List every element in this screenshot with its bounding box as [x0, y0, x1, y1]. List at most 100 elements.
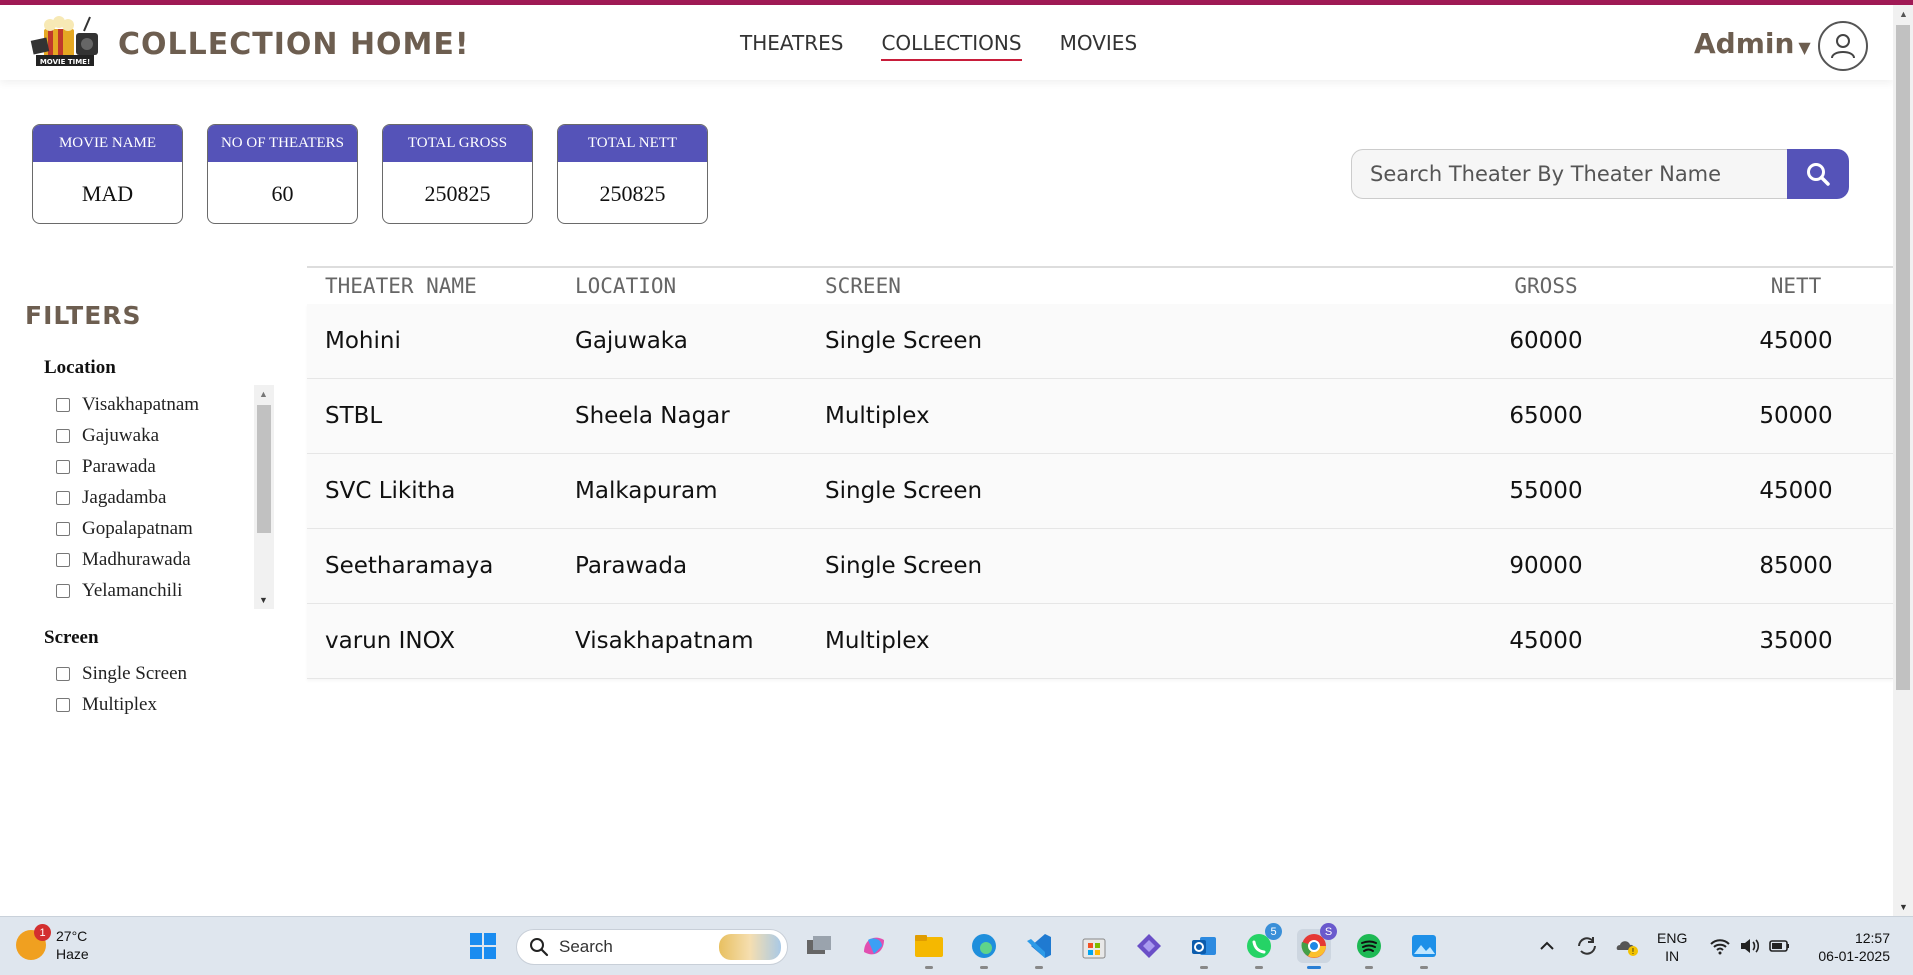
nav-theatres[interactable]: THEATRES	[740, 31, 843, 61]
clock-time: 12:57	[1854, 930, 1890, 946]
taskbar-search-label: Search	[559, 937, 613, 956]
location-option[interactable]: Parawada	[56, 456, 156, 478]
movie-time-logo[interactable]: MOVIE TIME!	[30, 13, 102, 69]
volume-icon[interactable]	[1733, 929, 1767, 963]
chrome-icon[interactable]: S	[1297, 923, 1337, 969]
clock-date: 06-01-2025	[1818, 948, 1890, 964]
table-row[interactable]: STBL Sheela Nagar Multiplex 65000 50000	[307, 379, 1893, 454]
language-indicator[interactable]: ENG IN	[1657, 929, 1687, 965]
photos-icon[interactable]	[1407, 929, 1441, 969]
cell-gross: 55000	[1509, 478, 1583, 504]
cell-nett: 85000	[1759, 553, 1833, 579]
theater-search-input[interactable]	[1351, 149, 1791, 199]
vscode-icon[interactable]	[1022, 929, 1056, 969]
cell-nett: 50000	[1759, 403, 1833, 429]
weather-temp: 27°C	[56, 928, 88, 944]
location-option[interactable]: Gajuwaka	[56, 425, 159, 447]
weather-widget[interactable]: 1 27°C Haze	[16, 924, 89, 963]
location-filter-list[interactable]: Visakhapatnam Gajuwaka Parawada Jagadamb…	[44, 388, 274, 608]
scroll-thumb[interactable]	[1896, 25, 1910, 690]
screen-option[interactable]: Single Screen	[56, 663, 187, 685]
cell-theater-name: SVC Likitha	[325, 478, 456, 504]
location-option[interactable]: Jagadamba	[56, 487, 166, 509]
wifi-icon[interactable]	[1703, 929, 1737, 963]
chevron-up-icon[interactable]	[1530, 929, 1564, 963]
search-button[interactable]	[1787, 149, 1849, 199]
cell-theater-name: Mohini	[325, 328, 401, 354]
scroll-down-icon[interactable]: ▼	[1899, 902, 1908, 912]
checkbox[interactable]	[56, 491, 70, 505]
task-view-icon[interactable]	[802, 929, 836, 963]
cell-location: Gajuwaka	[575, 328, 688, 354]
stat-card-movie-name: MOVIE NAME MAD	[32, 124, 183, 224]
checkbox[interactable]	[56, 429, 70, 443]
scroll-up-icon[interactable]: ▲	[259, 389, 268, 399]
location-list-scrollbar[interactable]: ▲ ▼	[254, 385, 274, 609]
location-option[interactable]: Yelamanchili	[56, 580, 182, 602]
logo-text: MOVIE TIME!	[40, 58, 90, 66]
screen-filter-title: Screen	[44, 627, 99, 648]
checkbox[interactable]	[56, 398, 70, 412]
file-explorer-icon[interactable]	[912, 929, 946, 969]
location-option[interactable]: Gopalapatnam	[56, 518, 193, 540]
stat-value: 60	[271, 180, 294, 206]
edge-browser-icon[interactable]	[967, 929, 1001, 969]
cell-location: Sheela Nagar	[575, 403, 730, 429]
app-launcher-icon[interactable]	[1132, 929, 1166, 963]
weather-icon: 1	[16, 924, 51, 960]
cell-gross: 65000	[1509, 403, 1583, 429]
column-header-nett[interactable]: NETT	[1721, 274, 1871, 298]
location-option[interactable]: Visakhapatnam	[56, 394, 199, 416]
page-scrollbar[interactable]: ▲ ▼	[1893, 5, 1913, 916]
cell-screen: Single Screen	[825, 478, 983, 504]
location-option[interactable]: Madhurawada	[56, 549, 191, 571]
taskbar-search[interactable]: Search	[516, 929, 788, 965]
column-header-gross[interactable]: GROSS	[1471, 274, 1621, 298]
battery-icon[interactable]	[1763, 929, 1797, 963]
search-highlight-icon	[719, 934, 781, 960]
sync-icon[interactable]	[1570, 929, 1604, 963]
cell-theater-name: varun INOX	[325, 628, 456, 654]
theater-search	[1351, 149, 1849, 199]
cell-nett: 35000	[1759, 628, 1833, 654]
cell-screen: Multiplex	[825, 628, 930, 654]
table-row[interactable]: SVC Likitha Malkapuram Single Screen 550…	[307, 454, 1893, 529]
stat-card-total-nett: TOTAL NETT 250825	[557, 124, 708, 224]
checkbox[interactable]	[56, 584, 70, 598]
checkbox[interactable]	[56, 667, 70, 681]
table-row[interactable]: varun INOX Visakhapatnam Multiplex 45000…	[307, 604, 1893, 679]
column-header-screen[interactable]: SCREEN	[825, 274, 901, 298]
scroll-up-icon[interactable]: ▲	[1899, 9, 1908, 19]
user-avatar-icon[interactable]	[1818, 21, 1868, 71]
nav-collections[interactable]: COLLECTIONS	[881, 31, 1022, 61]
column-header-theater-name[interactable]: THEATER NAME	[325, 274, 477, 298]
checkbox[interactable]	[56, 698, 70, 712]
spotify-icon[interactable]	[1352, 929, 1386, 969]
cell-nett: 45000	[1759, 328, 1833, 354]
caret-down-icon: ▼	[1798, 38, 1811, 57]
collections-table: THEATER NAME LOCATION SCREEN GROSS NETT …	[307, 266, 1893, 679]
search-icon	[1807, 163, 1830, 186]
scroll-thumb[interactable]	[257, 405, 271, 533]
cell-location: Parawada	[575, 553, 688, 579]
cell-theater-name: STBL	[325, 403, 383, 429]
checkbox[interactable]	[56, 522, 70, 536]
windows-start-icon[interactable]	[466, 929, 500, 963]
whatsapp-icon[interactable]: 5	[1242, 923, 1282, 969]
location-filter-title: Location	[44, 357, 116, 378]
cell-screen: Multiplex	[825, 403, 930, 429]
table-row[interactable]: Seetharamaya Parawada Single Screen 9000…	[307, 529, 1893, 604]
column-header-location[interactable]: LOCATION	[575, 274, 676, 298]
scroll-down-icon[interactable]: ▼	[259, 595, 268, 605]
nav-movies[interactable]: MOVIES	[1060, 31, 1138, 61]
copilot-icon[interactable]	[857, 929, 891, 963]
outlook-icon[interactable]	[1187, 929, 1221, 969]
onedrive-warning-icon[interactable]: !	[1610, 929, 1644, 963]
checkbox[interactable]	[56, 460, 70, 474]
table-row[interactable]: Mohini Gajuwaka Single Screen 60000 4500…	[307, 304, 1893, 379]
system-clock[interactable]: 12:57 06-01-2025	[1808, 929, 1890, 965]
checkbox[interactable]	[56, 553, 70, 567]
admin-menu[interactable]: Admin ▼	[1694, 27, 1811, 60]
microsoft-store-icon[interactable]	[1077, 929, 1111, 963]
screen-option[interactable]: Multiplex	[56, 694, 157, 716]
